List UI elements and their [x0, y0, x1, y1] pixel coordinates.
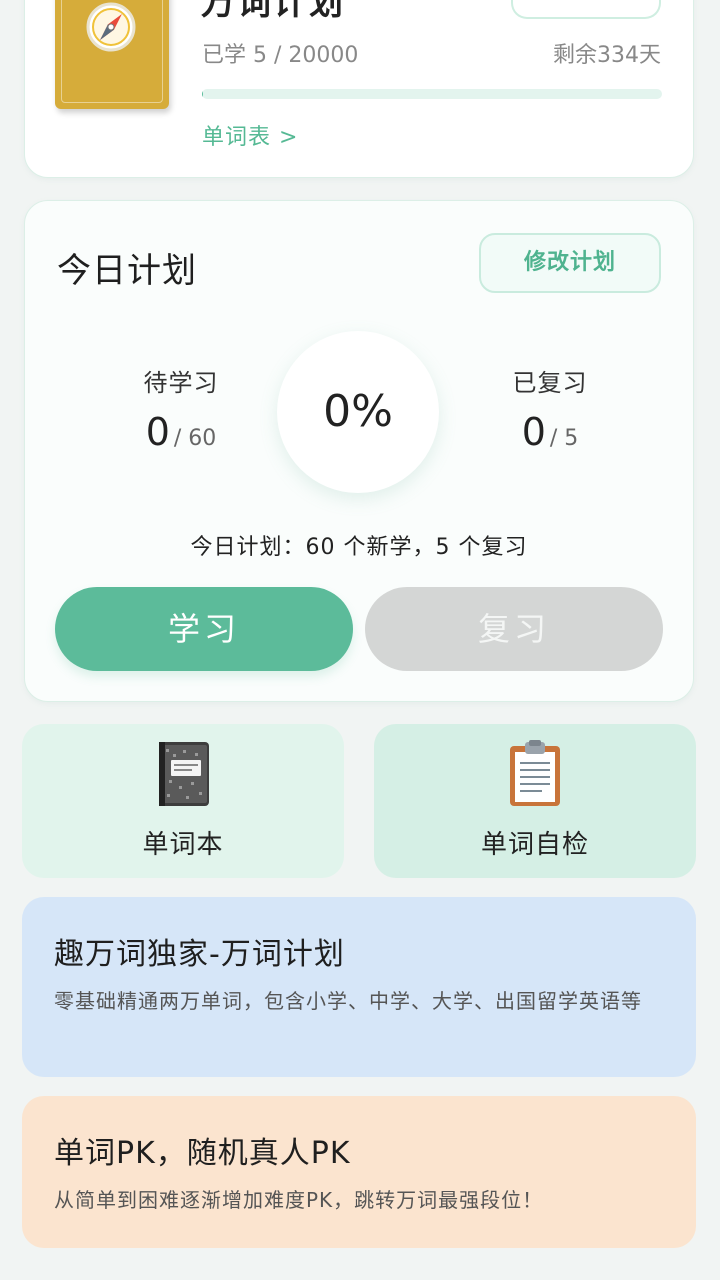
pending-stat: 待学习 0/ 60 [101, 363, 261, 454]
notebook-icon [159, 742, 209, 806]
wordlist-link[interactable]: 单词表 > [202, 119, 298, 151]
pending-value-row: 0/ 60 [101, 410, 261, 454]
reviewed-value: 0 [521, 410, 546, 454]
learn-button[interactable]: 学习 [55, 587, 353, 671]
book-card[interactable]: 万词计划 已学 5 / 20000 剩余334天 单词表 > [24, 0, 694, 178]
plan-title: 今日计划 [57, 251, 197, 291]
today-plan-card: 今日计划 修改计划 待学习 0/ 60 0% 已复习 0/ 5 今日计划：60 … [24, 200, 694, 702]
learned-count: 已学 5 / 20000 [202, 43, 359, 68]
pending-total: / 60 [173, 426, 217, 451]
compass-icon [86, 2, 136, 52]
reviewed-stat: 已复习 0/ 5 [470, 363, 630, 454]
word-pk-desc: 从简单到困难逐渐增加难度PK，跳转万词最强段位！ [54, 1188, 544, 1212]
clipboard-icon [510, 740, 560, 806]
word-pk-title: 单词PK，随机真人PK [54, 1136, 351, 1171]
book-title: 万词计划 [201, 0, 345, 23]
wordbook-label: 单词本 [142, 830, 224, 860]
wanci-plan-title: 趣万词独家-万词计划 [54, 937, 345, 972]
change-book-button[interactable] [511, 0, 661, 19]
remaining-days: 剩余334天 [553, 43, 661, 68]
wanci-plan-banner[interactable]: 趣万词独家-万词计划 零基础精通两万单词，包含小学、中学、大学、出国留学英语等 [22, 897, 696, 1077]
book-progress-bar [202, 89, 662, 99]
book-cover[interactable] [55, 0, 169, 109]
edit-plan-button[interactable]: 修改计划 [479, 233, 661, 293]
word-pk-banner[interactable]: 单词PK，随机真人PK 从简单到困难逐渐增加难度PK，跳转万词最强段位！ [22, 1096, 696, 1248]
review-button[interactable]: 复习 [365, 587, 663, 671]
pending-label: 待学习 [143, 369, 219, 397]
reviewed-total: / 5 [549, 426, 579, 451]
plan-summary: 今日计划：60 个新学，5 个复习 [190, 535, 528, 560]
progress-circle: 0% [277, 331, 439, 493]
pending-value: 0 [145, 410, 170, 454]
selfcheck-card[interactable]: 单词自检 [374, 724, 696, 878]
reviewed-label: 已复习 [512, 369, 588, 397]
wanci-plan-desc: 零基础精通两万单词，包含小学、中学、大学、出国留学英语等 [54, 989, 642, 1013]
wordbook-card[interactable]: 单词本 [22, 724, 344, 878]
selfcheck-label: 单词自检 [480, 830, 589, 860]
reviewed-value-row: 0/ 5 [470, 410, 630, 454]
